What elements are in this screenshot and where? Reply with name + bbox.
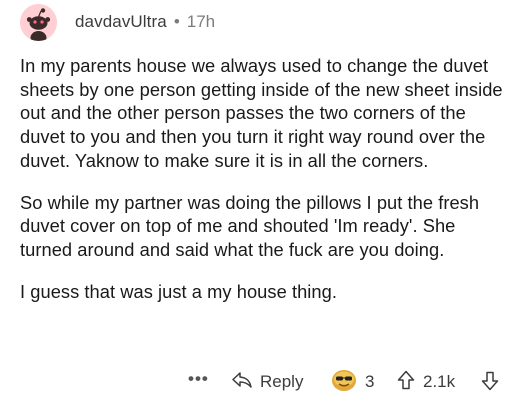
comment-paragraph: In my parents house we always used to ch… (20, 55, 503, 171)
award-icon (331, 368, 357, 397)
reply-arrow-icon (232, 371, 260, 393)
meta-separator: • (173, 12, 180, 31)
comment-paragraph: So while my partner was doing the pillow… (20, 191, 480, 260)
username-link[interactable]: davdavUltra (75, 12, 167, 32)
upvote-arrow-icon (397, 370, 415, 395)
comment-paragraph: I guess that was just a my house thing. (20, 280, 337, 302)
upvote-button[interactable]: 2.1k (397, 369, 455, 395)
award-button[interactable]: 3 (331, 369, 374, 395)
more-options-icon[interactable]: ••• (188, 369, 209, 389)
downvote-button[interactable] (481, 371, 499, 396)
comment: davdavUltra • 17h In my parents house we… (0, 0, 521, 403)
downvote-arrow-icon (481, 371, 499, 395)
snoo-avatar-icon[interactable] (20, 3, 57, 41)
reply-button[interactable]: Reply (232, 367, 303, 397)
comment-action-bar: ••• Reply 3 2.1k (0, 367, 521, 397)
comment-header: davdavUltra • 17h (20, 3, 215, 41)
comment-timestamp[interactable]: 17h (187, 12, 215, 32)
award-count: 3 (365, 372, 375, 391)
reply-label: Reply (260, 372, 304, 391)
vote-score: 2.1k (423, 372, 456, 391)
comment-body: In my parents house we always used to ch… (20, 54, 512, 321)
